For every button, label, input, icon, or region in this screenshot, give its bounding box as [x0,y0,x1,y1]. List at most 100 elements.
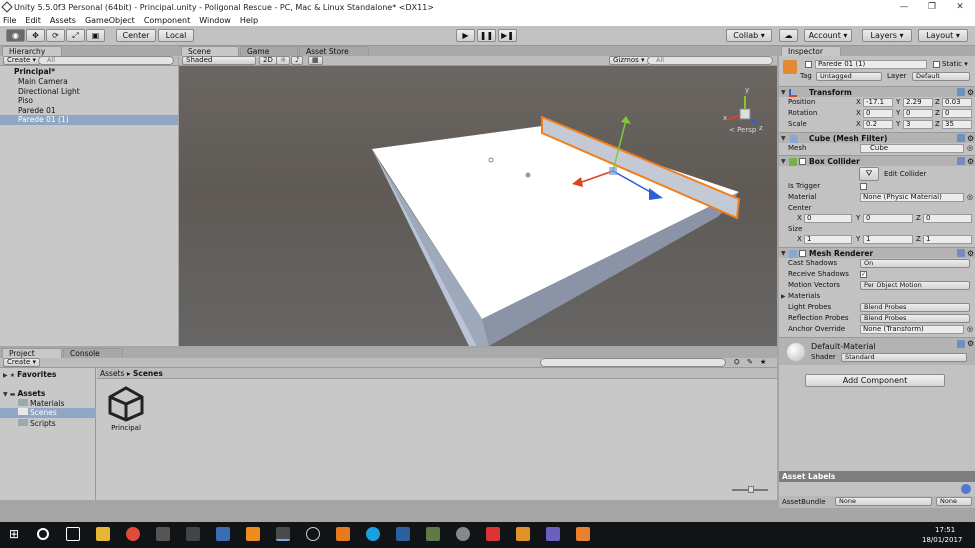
epic-launcher-icon[interactable] [156,527,170,541]
gizmos-dropdown[interactable]: Gizmos ▾ [609,56,649,65]
app-icon[interactable] [516,527,530,541]
task-view-icon[interactable] [66,527,80,541]
object-picker-icon[interactable]: ◎ [967,143,973,154]
gear-icon[interactable]: ⚙ [967,156,974,167]
is-trigger-checkbox[interactable] [860,183,867,190]
projection-label[interactable]: < Persp [729,126,756,134]
app-icon[interactable] [426,527,440,541]
position-y-field[interactable]: 2.29 [903,98,933,107]
shading-mode-dropdown[interactable]: Shaded [182,56,256,65]
object-name-field[interactable]: Parede 01 (1) [815,60,927,69]
size-y-field[interactable]: 1 [863,235,913,244]
menu-edit[interactable]: Edit [25,16,41,25]
gizmo-center-handle[interactable] [609,167,617,175]
hierarchy-search-input[interactable]: All [38,56,174,65]
effects-toggle-button[interactable]: ▦ [308,56,323,65]
layout-button[interactable]: Layout ▾ [918,29,968,42]
scene-viewport[interactable]: y x z < Persp [179,66,777,346]
light-probes-dropdown[interactable]: Blend Probes [860,303,970,312]
center-y-field[interactable]: 0 [863,214,913,223]
tab-project[interactable]: Project [2,348,62,358]
vlc-icon[interactable] [246,527,260,541]
asset-labels-header[interactable]: Asset Labels [779,471,975,482]
project-search-input[interactable] [540,358,726,367]
favorite-star-icon[interactable]: ★ [760,358,766,366]
add-component-button[interactable]: Add Component [805,374,945,387]
hierarchy-item[interactable]: Directional Light [0,87,178,97]
clock-time[interactable]: 17:51 [935,526,955,534]
object-picker-icon[interactable]: ◎ [967,324,973,335]
center-z-field[interactable]: 0 [923,214,972,223]
app-icon[interactable] [186,527,200,541]
pause-button[interactable]: ❚❚ [477,29,496,42]
search-icon[interactable] [37,528,49,540]
edit-collider-button[interactable]: ⛛ [859,167,879,181]
hierarchy-item[interactable]: Parede 01 [0,106,178,116]
folder-row-selected[interactable]: Scenes [0,408,96,418]
unity-taskbar-icon[interactable] [276,527,290,541]
menu-window[interactable]: Window [199,16,231,25]
static-checkbox[interactable] [933,61,940,68]
breadcrumb-scenes[interactable]: Scenes [133,369,163,378]
windows-start-icon[interactable]: ⊞ [9,527,23,541]
help-icon[interactable] [957,88,965,96]
hierarchy-item[interactable]: Piso [0,96,178,106]
app-icon[interactable] [336,527,350,541]
icon-size-slider-thumb[interactable] [748,486,754,493]
collab-button[interactable]: Collab ▾ [726,29,772,42]
gizmo-y-arrow[interactable] [621,116,631,124]
step-button[interactable]: ▶❚ [498,29,517,42]
menu-gameobject[interactable]: GameObject [85,16,135,25]
steam-icon[interactable] [396,527,410,541]
pivot-local-button[interactable]: Local [158,29,194,42]
shader-dropdown[interactable]: Standard [841,353,967,362]
menu-component[interactable]: Component [144,16,190,25]
app-icon[interactable] [576,527,590,541]
box-collider-header[interactable]: ▼ Box Collider ⚙ [779,155,975,166]
size-x-field[interactable]: 1 [804,235,852,244]
hand-tool-button[interactable]: ◉ [6,29,25,42]
box-collider-enabled-checkbox[interactable] [799,158,806,165]
rect-tool-button[interactable]: ▣ [86,29,105,42]
layers-button[interactable]: Layers ▾ [862,29,912,42]
app-icon[interactable] [306,527,320,541]
hierarchy-item[interactable]: Main Camera [0,77,178,87]
receive-shadows-checkbox[interactable]: ✓ [860,271,867,278]
gear-icon[interactable]: ⚙ [967,339,974,348]
scale-x-field[interactable]: 0.2 [863,120,893,129]
account-button[interactable]: Account ▾ [804,29,852,42]
size-z-field[interactable]: 1 [923,235,972,244]
favorites-row[interactable]: ▶ ★ Favorites [3,370,56,379]
object-picker-icon[interactable]: ◎ [967,192,973,203]
folder-row[interactable]: Scripts [18,419,56,428]
layer-dropdown[interactable]: Default [912,72,970,81]
center-x-field[interactable]: 0 [804,214,852,223]
menu-help[interactable]: Help [240,16,258,25]
transform-header[interactable]: ▼ Transform ⚙ [779,86,975,97]
menu-assets[interactable]: Assets [50,16,76,25]
move-tool-button[interactable]: ✥ [26,29,45,42]
position-z-field[interactable]: 0.03 [942,98,972,107]
rotation-z-field[interactable]: 0 [942,109,972,118]
mesh-field[interactable]: Cube [860,144,964,153]
materials-row[interactable]: ▶ Materials [779,291,975,302]
app-icon[interactable] [546,527,560,541]
file-explorer-icon[interactable] [96,527,110,541]
tag-dropdown[interactable]: Untagged [816,72,882,81]
help-icon[interactable] [957,157,965,165]
hierarchy-create-button[interactable]: Create ▾ [3,56,40,65]
anchor-override-field[interactable]: None (Transform) [860,325,964,334]
scale-z-field[interactable]: 35 [942,120,972,129]
tab-inspector[interactable]: Inspector [781,46,841,56]
chrome-icon[interactable] [126,527,140,541]
scene-search-input[interactable]: All [647,56,773,65]
play-button[interactable]: ▶ [456,29,475,42]
maximize-button[interactable]: ❐ [918,0,946,14]
close-button[interactable]: ✕ [946,0,974,14]
lighting-toggle-button[interactable]: ☼ [276,56,291,65]
position-x-field[interactable]: -17.1 [863,98,893,107]
tab-scene[interactable]: Scene [181,46,239,56]
tab-console[interactable]: Console [63,348,123,358]
tab-game[interactable]: Game [240,46,298,56]
tab-hierarchy[interactable]: Hierarchy [2,46,62,56]
